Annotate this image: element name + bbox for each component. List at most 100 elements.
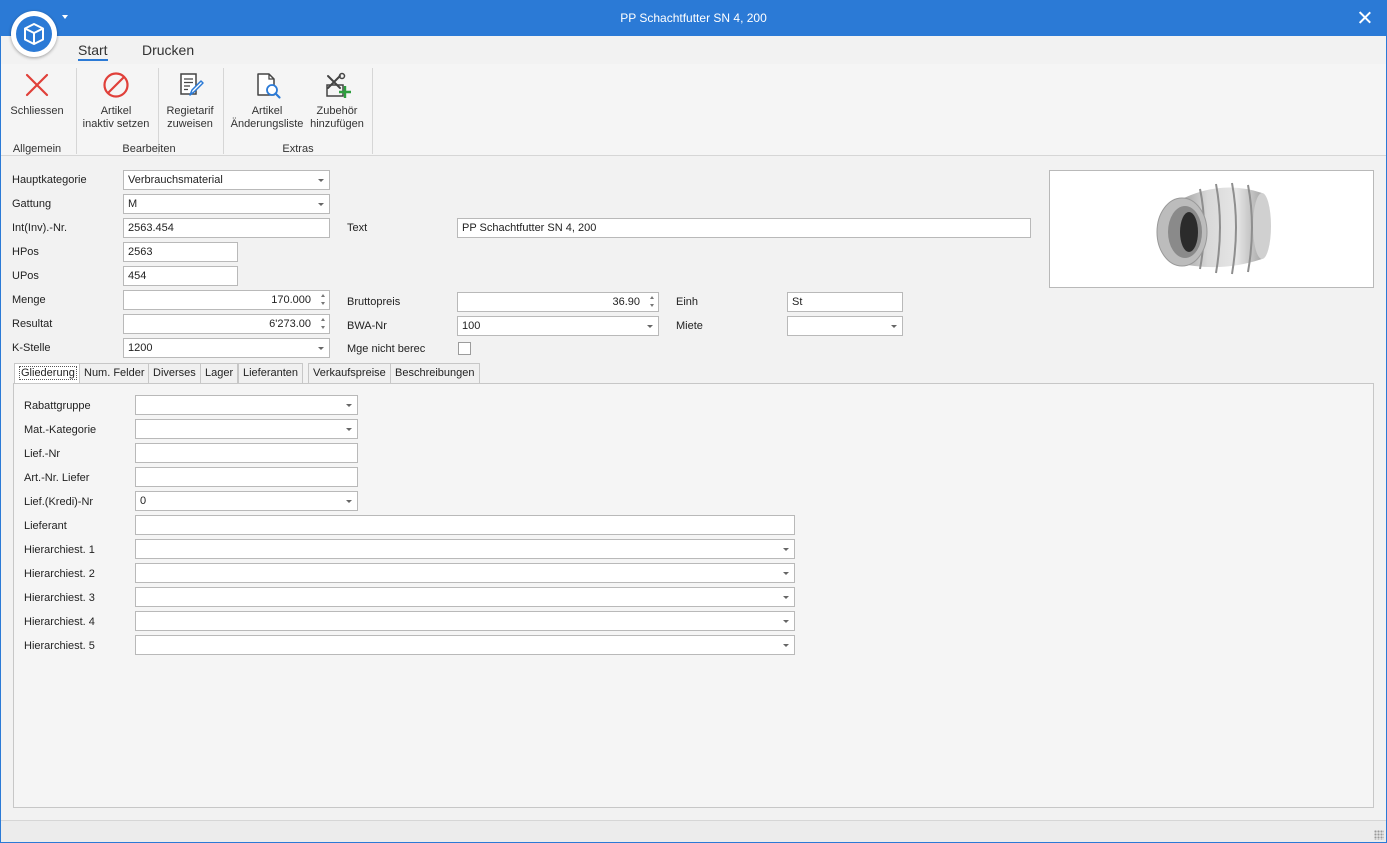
tab-verkaufspreise[interactable]: Verkaufspreise <box>308 363 391 383</box>
mge-nicht-berec-checkbox[interactable] <box>458 342 471 355</box>
tab-diverses[interactable]: Diverses <box>148 363 201 383</box>
spin-up-icon[interactable] <box>321 318 325 321</box>
hauptkategorie-select[interactable]: Verbrauchsmaterial <box>123 170 330 190</box>
chevron-down-icon <box>346 404 352 407</box>
zubehoer-label-1: Zubehör <box>316 105 358 117</box>
tab-drucken[interactable]: Drucken <box>142 42 194 58</box>
einh-field[interactable]: St <box>787 292 903 312</box>
title-bar: PP Schachtfutter SN 4, 200 <box>0 0 1387 36</box>
bwanr-select[interactable]: 100 <box>457 316 659 336</box>
inaktiv-setzen-button[interactable]: Artikel inaktiv setzen <box>80 70 152 131</box>
chevron-down-icon <box>783 548 789 551</box>
regietarif-zuweisen-button[interactable]: Regietarif zuweisen <box>162 70 218 131</box>
text-field[interactable]: PP Schachtfutter SN 4, 200 <box>457 218 1031 238</box>
bruttopreis-spinner[interactable]: 36.90 <box>457 292 659 312</box>
pipe-sleeve-image <box>1156 182 1271 275</box>
resize-grip-icon[interactable] <box>1374 830 1384 840</box>
kstelle-label: K-Stelle <box>12 342 51 354</box>
lieferant-field[interactable] <box>135 515 795 535</box>
close-window-icon[interactable] <box>1355 8 1375 28</box>
app-logo[interactable] <box>11 11 57 57</box>
hierarchie-4-label: Hierarchiest. 4 <box>24 616 95 628</box>
text-label: Text <box>347 222 368 234</box>
liefnr-field[interactable] <box>135 443 358 463</box>
tab-beschreibungen[interactable]: Beschreibungen <box>390 363 480 383</box>
miete-select[interactable] <box>787 316 903 336</box>
kstelle-value: 1200 <box>128 342 153 354</box>
product-image <box>1049 170 1374 288</box>
matkategorie-label: Mat.-Kategorie <box>24 424 97 436</box>
chevron-down-icon <box>346 428 352 431</box>
resultat-spinner[interactable]: 6'273.00 <box>123 314 330 334</box>
tab-start[interactable]: Start <box>78 42 108 61</box>
ribbon-tabs: Start Drucken <box>0 36 1387 64</box>
spin-down-icon[interactable] <box>650 304 654 307</box>
status-bar <box>0 820 1387 843</box>
spin-up-icon[interactable] <box>321 294 325 297</box>
tools-add-icon <box>326 72 351 98</box>
aenderungsliste-button[interactable]: Artikel Änderungsliste <box>228 70 306 131</box>
hierarchie-5-select[interactable] <box>135 635 795 655</box>
lieferant-label: Lieferant <box>24 520 67 532</box>
resultat-value: 6'273.00 <box>269 318 311 330</box>
hauptkategorie-label: Hauptkategorie <box>12 174 87 186</box>
intnr-field[interactable]: 2563.454 <box>123 218 330 238</box>
group-separator <box>372 68 373 154</box>
hauptkategorie-value: Verbrauchsmaterial <box>128 174 223 186</box>
tab-gliederung[interactable]: Gliederung <box>14 363 82 384</box>
mge-nicht-berec-label: Mge nicht berec <box>347 343 426 355</box>
hierarchie-1-select[interactable] <box>135 539 795 559</box>
group-label-extras: Extras <box>282 143 314 155</box>
group-separator <box>158 68 159 154</box>
close-icon <box>25 73 49 97</box>
tab-lager[interactable]: Lager <box>200 363 239 383</box>
chevron-down-icon <box>891 325 897 328</box>
spin-down-icon[interactable] <box>321 302 325 305</box>
rabattgruppe-select[interactable] <box>135 395 358 415</box>
menge-spinner[interactable]: 170.000 <box>123 290 330 310</box>
box-icon <box>16 16 52 52</box>
hierarchie-4-select[interactable] <box>135 611 795 631</box>
bruttopreis-label: Bruttopreis <box>347 296 401 308</box>
schliessen-button[interactable]: Schliessen <box>8 70 66 118</box>
tab-lieferanten[interactable]: Lieferanten <box>238 363 304 383</box>
chevron-down-icon <box>783 620 789 623</box>
tab-num-felder[interactable]: Num. Felder <box>79 363 150 383</box>
rabattgruppe-label: Rabattgruppe <box>24 400 91 412</box>
hpos-field[interactable]: 2563 <box>123 242 238 262</box>
hierarchie-3-label: Hierarchiest. 3 <box>24 592 95 604</box>
group-separator <box>223 68 224 154</box>
liefkredinr-select[interactable]: 0 <box>135 491 358 511</box>
zubehoer-label-2: hinzufügen <box>310 118 364 130</box>
edit-document-icon <box>180 73 204 96</box>
resultat-label: Resultat <box>12 318 53 330</box>
hierarchie-2-select[interactable] <box>135 563 795 583</box>
artnr-liefer-field[interactable] <box>135 467 358 487</box>
einh-label: Einh <box>676 296 699 308</box>
spin-down-icon[interactable] <box>321 326 325 329</box>
chevron-down-icon <box>346 500 352 503</box>
search-document-icon <box>257 73 281 99</box>
quick-access-dropdown-icon[interactable] <box>62 15 68 19</box>
aenderungsliste-label-2: Änderungsliste <box>230 118 304 130</box>
ribbon: Schliessen Artikel inaktiv setzen Regiet… <box>0 64 1387 156</box>
gattung-label: Gattung <box>12 198 52 210</box>
group-label-allgemein: Allgemein <box>12 143 62 155</box>
liefnr-label: Lief.-Nr <box>24 448 61 460</box>
zubehoer-hinzufuegen-button[interactable]: Zubehör hinzufügen <box>308 70 366 131</box>
upos-field[interactable]: 454 <box>123 266 238 286</box>
hierarchie-3-select[interactable] <box>135 587 795 607</box>
bwanr-value: 100 <box>462 320 481 332</box>
bwanr-label: BWA-Nr <box>347 320 387 332</box>
kstelle-select[interactable]: 1200 <box>123 338 330 358</box>
inaktiv-label-1: Artikel <box>100 105 132 117</box>
inaktiv-label-2: inaktiv setzen <box>82 118 150 130</box>
bruttopreis-value: 36.90 <box>612 296 640 308</box>
artnr-liefer-label: Art.-Nr. Liefer <box>24 472 90 484</box>
matkategorie-select[interactable] <box>135 419 358 439</box>
spin-up-icon[interactable] <box>650 296 654 299</box>
group-separator <box>76 68 77 154</box>
chevron-down-icon <box>783 644 789 647</box>
gattung-value: M <box>128 198 138 210</box>
gattung-select[interactable]: M <box>123 194 330 214</box>
